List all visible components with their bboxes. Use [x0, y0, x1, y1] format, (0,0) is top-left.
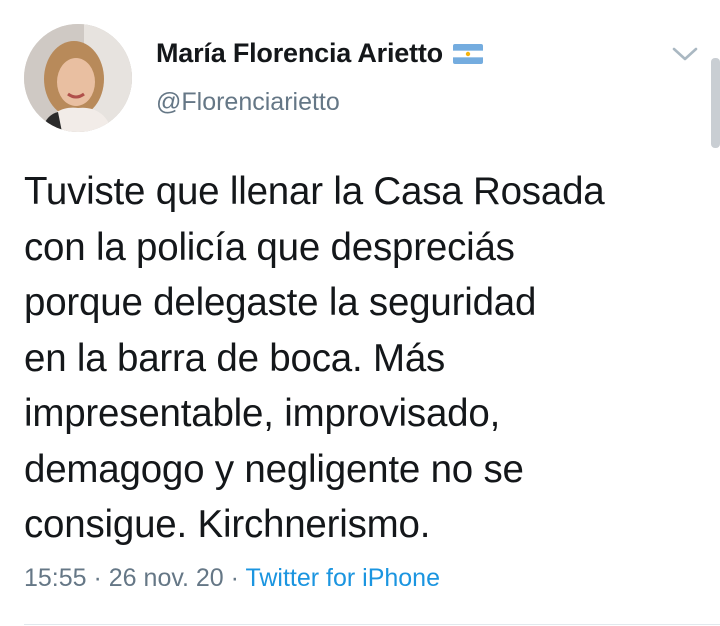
tweet-metadata: 15:55 · 26 nov. 20 · Twitter for iPhone	[24, 564, 440, 593]
tweet-source-link[interactable]: Twitter for iPhone	[245, 564, 440, 592]
tweet-line: consigue. Kirchnerismo.	[24, 503, 431, 546]
tweet-text: Tuviste que llenar la Casa Rosada con la…	[24, 164, 704, 553]
username-handle[interactable]: @Florenciarietto	[156, 88, 340, 117]
separator-dot: ·	[86, 564, 109, 592]
tweet-line: en la barra de boca. Más	[24, 336, 446, 380]
name-row: María Florencia Arietto	[156, 38, 483, 69]
argentina-flag-icon	[452, 43, 483, 64]
tweet-line: impresentable, improvisado,	[24, 392, 501, 435]
tweet-date[interactable]: 26 nov. 20	[109, 564, 224, 592]
separator-dot: ·	[223, 564, 246, 592]
divider	[24, 624, 720, 625]
profile-photo	[24, 24, 132, 132]
tweet-line: con la policía que despreciás	[24, 225, 515, 269]
chevron-down-icon[interactable]	[672, 46, 698, 62]
tweet-line: demagogo y negligente no se	[24, 447, 524, 491]
avatar[interactable]	[24, 24, 132, 132]
display-name[interactable]: María Florencia Arietto	[156, 38, 443, 69]
tweet-line: porque delegaste la seguridad	[24, 281, 537, 324]
tweet-line: Tuviste que llenar la Casa Rosada	[24, 170, 605, 213]
tweet-time[interactable]: 15:55	[24, 564, 87, 592]
scrollbar[interactable]	[711, 58, 720, 148]
